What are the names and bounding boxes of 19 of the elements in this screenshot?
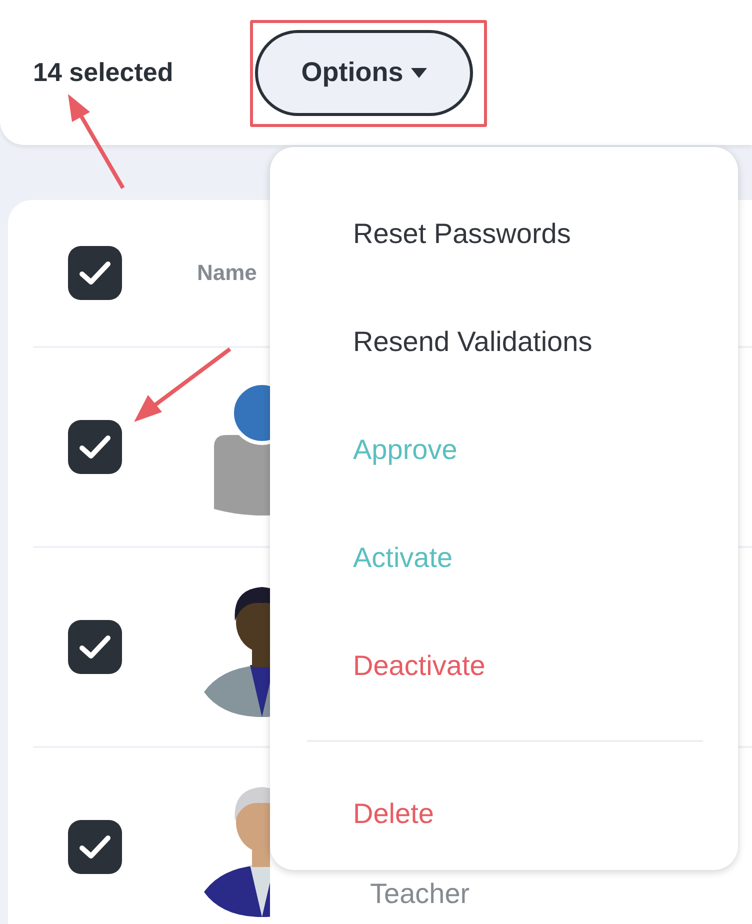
check-icon <box>78 833 112 861</box>
caret-icon <box>411 68 428 78</box>
checkbox[interactable] <box>68 420 122 474</box>
options-button[interactable]: Options <box>255 30 474 116</box>
check-icon <box>78 433 112 461</box>
checkbox[interactable] <box>68 820 122 874</box>
menu-item[interactable]: Activate <box>353 529 453 574</box>
role-text: Teacher <box>370 880 470 908</box>
checkbox[interactable] <box>68 620 122 674</box>
menu-item[interactable]: Reset Passwords <box>353 205 571 250</box>
menu-item[interactable]: Deactivate <box>353 637 486 682</box>
column-header: Name <box>197 260 257 286</box>
menu-item[interactable]: Resend Validations <box>353 313 592 358</box>
selection-count: 14 selected <box>33 57 174 88</box>
checkbox[interactable] <box>68 246 122 300</box>
menu-item[interactable]: Delete <box>353 785 434 830</box>
check-icon <box>78 259 112 287</box>
check-icon <box>78 633 112 661</box>
menu-item[interactable]: Approve <box>353 421 458 466</box>
